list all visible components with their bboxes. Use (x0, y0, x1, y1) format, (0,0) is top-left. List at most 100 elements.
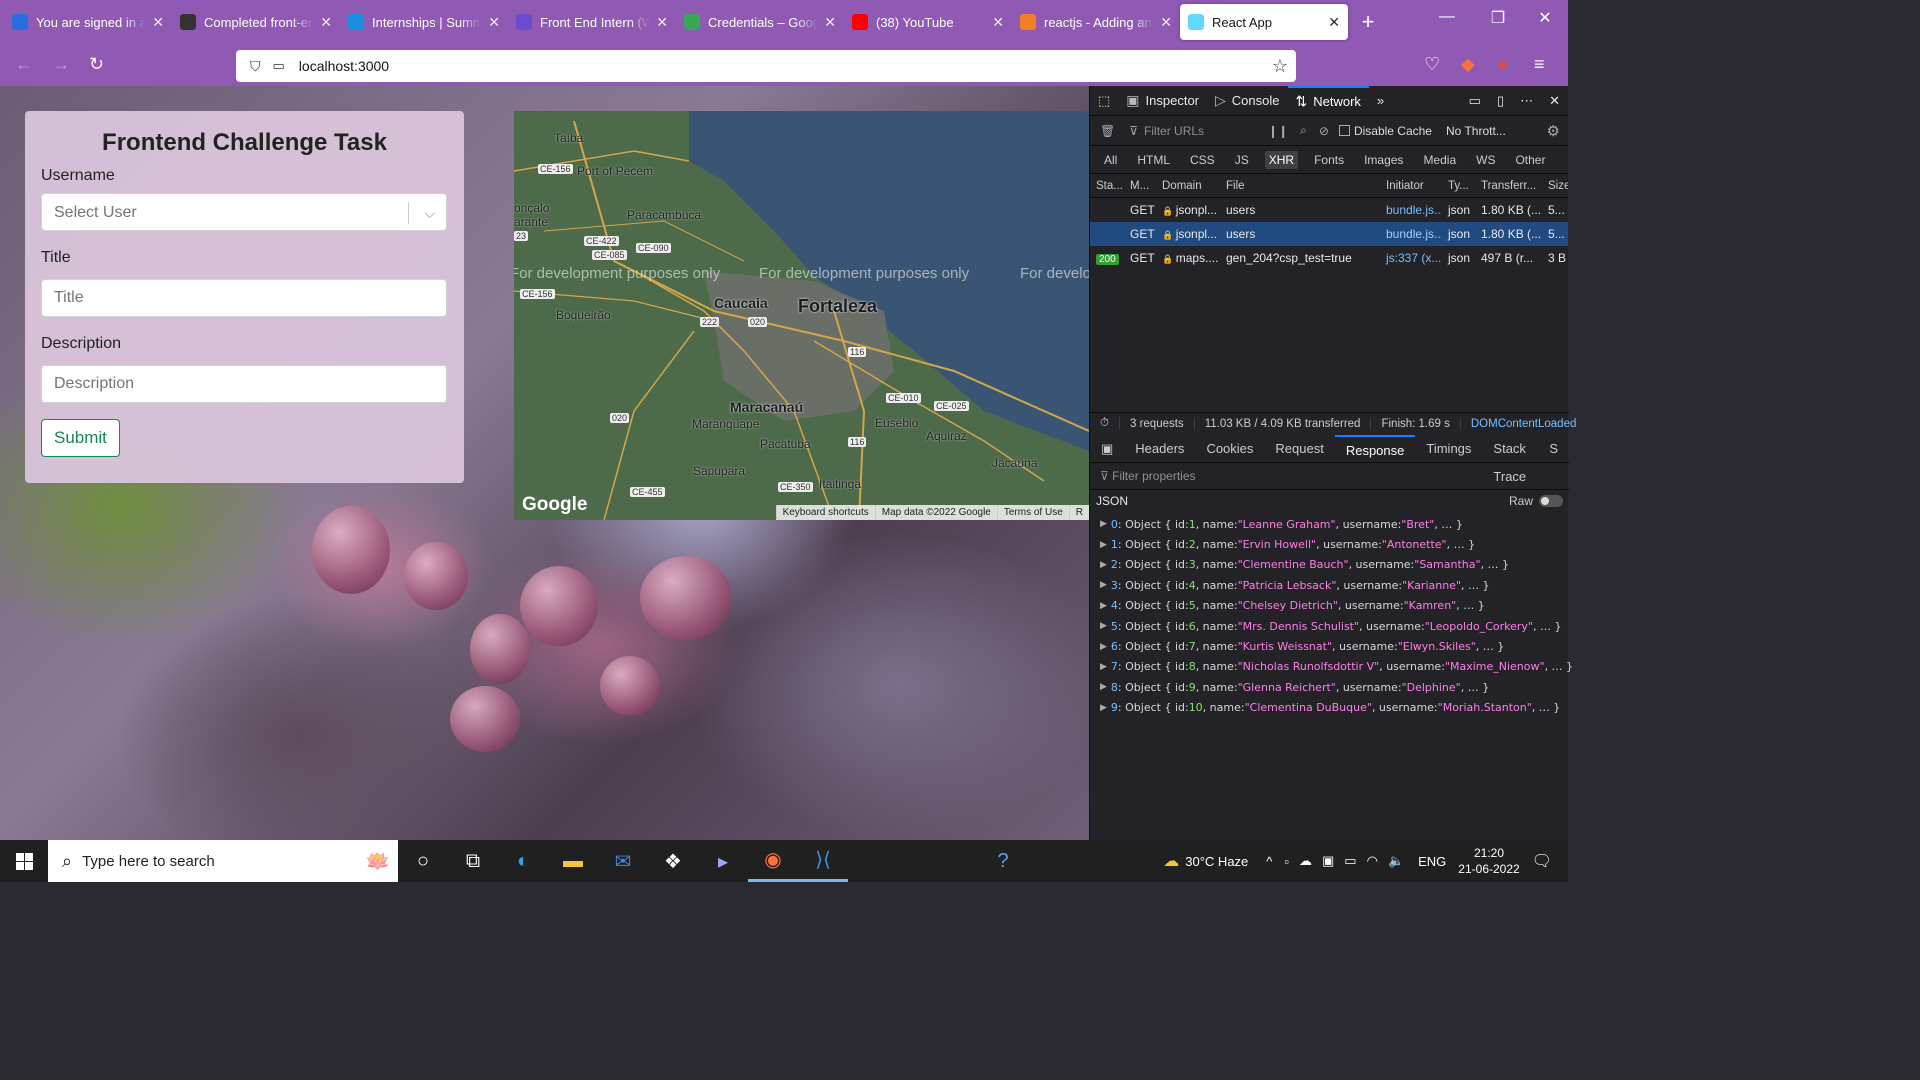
vscode-icon[interactable]: ⟩⟨ (798, 840, 848, 882)
google-logo[interactable]: Google (522, 494, 587, 516)
weather-icon[interactable]: ☁ (1163, 851, 1179, 871)
browser-tab[interactable]: (38) YouTube ✕ (844, 4, 1012, 40)
description-input[interactable] (41, 365, 447, 403)
filter-type-html[interactable]: HTML (1133, 151, 1174, 169)
browser-tab[interactable]: reactjs - Adding an ✕ (1012, 4, 1180, 40)
search-icon[interactable]: ⌕ (1300, 123, 1307, 138)
throttle-select[interactable]: No Thrott... (1446, 124, 1506, 138)
detail-tab-response[interactable]: Response (1334, 434, 1416, 463)
mail-icon[interactable]: ✉ (598, 840, 648, 882)
close-tab-icon[interactable]: ✕ (1160, 14, 1172, 31)
reload-icon[interactable]: ↻ (89, 54, 104, 75)
forward-arrow-icon[interactable]: → (52, 54, 70, 75)
responsive-design-icon[interactable]: ▯ (1489, 86, 1512, 116)
column-header[interactable]: Transferr... (1475, 180, 1542, 192)
language-indicator[interactable]: ENG (1418, 854, 1446, 869)
extension-icon[interactable]: ● (1497, 54, 1508, 75)
menu-icon[interactable]: ≡ (1534, 54, 1545, 75)
settings-gear-icon[interactable]: ⚙ (1547, 122, 1560, 140)
volume-icon[interactable]: 🔈 (1388, 853, 1404, 869)
close-tab-icon[interactable]: ✕ (488, 14, 500, 31)
clock[interactable]: 21:20 21-06-2022 (1458, 845, 1519, 877)
tab-inspector[interactable]: ▣ Inspector (1118, 86, 1207, 116)
tab-network[interactable]: ⇅ Network (1287, 85, 1369, 116)
toggle-sidebar-icon[interactable]: ▣ (1090, 435, 1124, 463)
detail-tab-s[interactable]: S (1538, 435, 1569, 463)
json-row[interactable]: ▶ 1: Object { id: 2, name: "Ervin Howell"… (1090, 534, 1569, 554)
detail-tab-stack-trace[interactable]: Stack Trace (1482, 435, 1538, 484)
dock-layout-icon[interactable]: ▭ (1461, 86, 1489, 116)
tray-app-icon[interactable]: ▣ (1322, 853, 1334, 869)
json-row[interactable]: ▶ 0: Object { id: 1, name: "Leanne Graham… (1090, 514, 1569, 534)
column-header[interactable]: Domain (1156, 180, 1220, 192)
windows-start-button[interactable] (0, 840, 48, 882)
browser-tab[interactable]: Front End Intern (WF ✕ (508, 4, 676, 40)
tab-console[interactable]: ▷ Console (1207, 86, 1287, 116)
filter-type-fonts[interactable]: Fonts (1310, 151, 1348, 169)
help-icon[interactable]: ? (978, 840, 1028, 882)
close-devtools-icon[interactable]: ✕ (1541, 86, 1568, 116)
edge-icon[interactable]: ◐ (498, 840, 548, 882)
filter-type-js[interactable]: JS (1231, 151, 1253, 169)
notifications-icon[interactable]: 🗨 (1532, 851, 1552, 871)
detail-tab-timings[interactable]: Timings (1415, 435, 1482, 463)
column-header[interactable]: Initiator (1380, 180, 1442, 192)
raw-toggle[interactable]: Raw (1509, 494, 1563, 508)
brave-extension-icon[interactable]: ◆ (1461, 54, 1475, 75)
toggle-switch[interactable] (1539, 494, 1563, 507)
taskbar-search-box[interactable]: ⌕ Type here to search 🪷 (48, 840, 398, 882)
wifi-icon[interactable]: ◠ (1367, 853, 1378, 869)
column-header[interactable]: Size (1542, 180, 1568, 192)
request-row[interactable]: GET 🔒 jsonpl... users bundle.js... json 1.80 … (1090, 222, 1568, 246)
close-tab-icon[interactable]: ✕ (992, 14, 1004, 31)
close-tab-icon[interactable]: ✕ (152, 14, 164, 31)
pocket-icon[interactable]: ♡ (1424, 54, 1440, 75)
json-row[interactable]: ▶ 3: Object { id: 4, name: "Patricia Lebs… (1090, 575, 1569, 595)
pause-icon[interactable]: ❙❙ (1268, 124, 1288, 138)
filter-urls-input[interactable]: Filter URLs (1144, 124, 1264, 138)
weather-text[interactable]: 30°C Haze (1185, 854, 1248, 869)
title-input[interactable] (41, 279, 447, 317)
submit-button[interactable]: Submit (41, 419, 120, 457)
battery-icon[interactable]: ▭ (1344, 853, 1356, 869)
json-row[interactable]: ▶ 8: Object { id: 9, name: "Glenna Reiche… (1090, 677, 1569, 697)
minimize-window-icon[interactable]: — (1432, 8, 1462, 26)
json-row[interactable]: ▶ 6: Object { id: 7, name: "Kurtis Weissn… (1090, 636, 1569, 656)
column-header[interactable]: Sta... (1090, 180, 1124, 192)
username-select[interactable]: Select User ⌵ (41, 193, 447, 231)
search-highlight-icon[interactable]: 🪷 (365, 849, 390, 874)
filter-properties-input[interactable]: ⊽ Filter properties (1100, 464, 1196, 488)
filter-type-images[interactable]: Images (1360, 151, 1407, 169)
shield-icon[interactable]: ⛉ (250, 58, 261, 75)
close-tab-icon[interactable]: ✕ (824, 14, 836, 31)
url-text[interactable]: localhost:3000 (299, 58, 389, 74)
json-row[interactable]: ▶ 4: Object { id: 5, name: "Chelsey Dietr… (1090, 596, 1569, 616)
detail-tab-request[interactable]: Request (1264, 435, 1334, 463)
tray-app-icon[interactable]: ▫ (1284, 854, 1289, 869)
chevron-down-icon[interactable]: ⌵ (424, 194, 435, 232)
trash-icon[interactable]: 🗑 (1100, 124, 1115, 138)
firefox-icon[interactable]: ◉ (748, 840, 798, 882)
dropbox-icon[interactable]: ❖ (648, 840, 698, 882)
more-tabs-icon[interactable]: » (1369, 86, 1392, 116)
block-icon[interactable]: ⊘ (1319, 124, 1329, 138)
filter-type-other[interactable]: Other (1511, 151, 1549, 169)
file-explorer-icon[interactable]: ▬ (548, 840, 598, 882)
json-row[interactable]: ▶ 9: Object { id: 10, name: "Clementina D… (1090, 698, 1569, 718)
more-options-icon[interactable]: ⋯ (1512, 86, 1541, 116)
close-tab-icon[interactable]: ✕ (656, 14, 668, 31)
json-row[interactable]: ▶ 7: Object { id: 8, name: "Nicholas Runo… (1090, 657, 1573, 677)
browser-tab[interactable]: Completed front-end ✕ (172, 4, 340, 40)
json-row[interactable]: ▶ 2: Object { id: 3, name: "Clementine Ba… (1090, 555, 1569, 575)
restore-window-icon[interactable]: ❐ (1483, 8, 1513, 28)
close-tab-icon[interactable]: ✕ (1328, 14, 1340, 31)
detail-tab-cookies[interactable]: Cookies (1195, 435, 1264, 463)
filter-type-ws[interactable]: WS (1472, 151, 1499, 169)
cortana-icon[interactable]: ○ (398, 840, 448, 882)
close-tab-icon[interactable]: ✕ (320, 14, 332, 31)
column-header[interactable]: Ty... (1442, 180, 1475, 192)
filter-type-all[interactable]: All (1100, 151, 1121, 169)
bookmark-star-icon[interactable]: ☆ (1272, 56, 1288, 77)
url-bar[interactable]: ⛉ ▭ localhost:3000 ☆ (236, 50, 1296, 82)
request-row[interactable]: GET 🔒 jsonpl... users bundle.js... json 1.80 … (1090, 198, 1568, 222)
